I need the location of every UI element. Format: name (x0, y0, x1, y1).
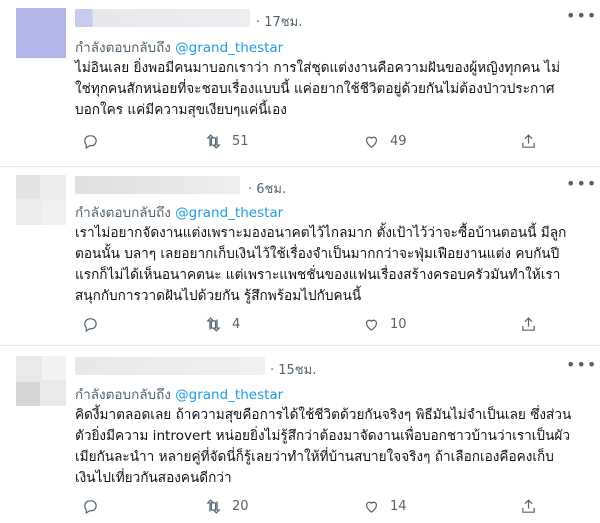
avatar[interactable] (16, 8, 66, 58)
reply-button[interactable] (82, 133, 99, 150)
comment-icon (84, 500, 97, 514)
avatar[interactable] (16, 356, 66, 406)
retweet-button[interactable]: 4 (205, 316, 240, 333)
heart-icon (365, 319, 378, 331)
reply-button[interactable] (82, 498, 99, 515)
redacted-username (75, 176, 240, 194)
redacted-username (75, 9, 250, 27)
tweet-2[interactable]: · 6ชม. ••• กำลังตอบกลับถึง @grand_thesta… (0, 167, 600, 345)
tweet-time[interactable]: · 17ชม. (256, 11, 302, 32)
share-button[interactable] (520, 316, 537, 333)
more-icon[interactable]: ••• (566, 355, 597, 374)
like-count: 10 (390, 317, 407, 332)
like-button[interactable]: 10 (363, 316, 407, 333)
replying-to-label: กำลังตอบกลับถึง (75, 387, 171, 403)
tweet-time[interactable]: · 6ชม. (248, 178, 286, 199)
tweet-3[interactable]: · 15ชม. ••• กำลังตอบกลับถึง @grand_thest… (0, 346, 600, 523)
tweet-text-line: ตอนนั้น บลาๆ เลยอยากเก็บเงินไว้ใช้เรื่อง… (75, 246, 560, 262)
like-button[interactable]: 49 (363, 133, 407, 150)
like-button[interactable]: 14 (363, 498, 407, 515)
like-count: 49 (390, 134, 407, 149)
reply-handle-link[interactable]: @grand_thestar (175, 387, 283, 403)
reply-button[interactable] (82, 316, 99, 333)
reply-handle-link[interactable]: @grand_thestar (175, 205, 283, 221)
tweet-text-line: ไม่อินเลย ยิ่งพอมีคนมาบอกเราว่า การใส่ชุ… (75, 60, 561, 76)
retweet-icon (206, 499, 221, 514)
more-icon[interactable]: ••• (566, 174, 597, 193)
replying-to: กำลังตอบกลับถึง @grand_thestar (75, 36, 283, 58)
tweet-text-line: ใช่ทุกคนสักหน่อยที่จะชอบเรื่องแบบนี้ แค่… (75, 81, 555, 97)
share-icon (522, 499, 535, 513)
like-count: 14 (390, 499, 407, 514)
retweet-count: 20 (232, 499, 249, 514)
retweet-count: 4 (232, 317, 241, 332)
tweet-text-line: ตัวยิ่งมีความ introvert หน่อยยิ่งไม่รู้ส… (75, 428, 570, 444)
tweet-text-line: เราไม่อยากจัดงานแต่งเพราะมองอนาคตไว้ไกลม… (75, 225, 567, 241)
share-icon (522, 317, 535, 331)
replying-to: กำลังตอบกลับถึง @grand_thestar (75, 201, 283, 223)
tweet-1[interactable]: · 17ชม. ••• กำลังตอบกลับถึง @grand_thest… (0, 0, 600, 166)
avatar[interactable] (16, 175, 66, 225)
comment-icon (84, 135, 97, 149)
share-button[interactable] (520, 498, 537, 515)
replying-to-label: กำลังตอบกลับถึง (75, 40, 171, 56)
retweet-button[interactable]: 51 (205, 133, 249, 150)
tweet-text-line: สนุกกับการวาดฝันไปด้วยกัน รู้สึกพร้อมไปก… (75, 288, 362, 304)
share-button[interactable] (520, 133, 537, 150)
share-icon (522, 134, 535, 148)
tweet-text-line: แรกก็ไม่ได้เห็นอนาคตนะ แต่เพราะแพชชั่นขอ… (75, 267, 561, 283)
tweet-time[interactable]: · 15ชม. (270, 359, 316, 380)
retweet-count: 51 (232, 134, 249, 149)
retweet-button[interactable]: 20 (205, 498, 249, 515)
retweet-icon (206, 317, 221, 332)
reply-handle-link[interactable]: @grand_thestar (175, 40, 283, 56)
replying-to: กำลังตอบกลับถึง @grand_thestar (75, 383, 283, 405)
tweet-text-line: บอกใคร แค่มีความสุขเงียบๆแค่นี้เอง (75, 102, 287, 118)
redacted-username (75, 357, 265, 375)
replying-to-label: กำลังตอบกลับถึง (75, 205, 171, 221)
comment-icon (84, 318, 97, 332)
heart-icon (365, 136, 378, 148)
more-icon[interactable]: ••• (566, 6, 597, 25)
tweet-text-line: คิดงี้มาตลอดเลย ถ้าความสุขคือการได้ใช้ชี… (75, 407, 572, 423)
tweet-text-line: เมียกันละนำา หลายคู่ที่จัดนี่ก็รู้เลยว่า… (75, 449, 554, 465)
heart-icon (365, 501, 378, 513)
tweet-text-line: เงินไปเที่ยวกันสองคนดีกว่า (75, 470, 232, 486)
retweet-icon (206, 134, 221, 149)
